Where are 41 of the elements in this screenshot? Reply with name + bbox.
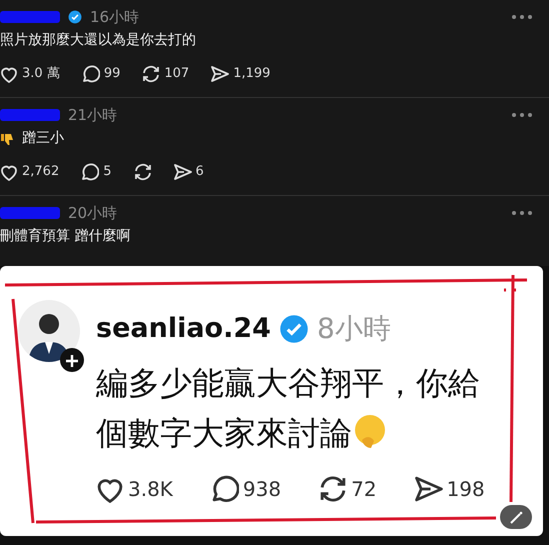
action-button[interactable]: 3.8K: [96, 474, 173, 504]
speech-bubble-icon: [82, 65, 100, 83]
action-button[interactable]: 5: [81, 162, 112, 182]
heart-icon: [0, 65, 18, 83]
action-button[interactable]: 2,762: [0, 162, 60, 182]
repost-icon: [319, 475, 348, 503]
more-icon[interactable]: [511, 210, 533, 216]
timestamp: 8小時: [316, 311, 391, 347]
action-button[interactable]: [134, 163, 152, 181]
comment-text: 蹭三小: [22, 129, 64, 148]
speech-bubble-icon: [81, 163, 100, 181]
action-button[interactable]: 6: [174, 162, 204, 182]
repost-icon: [134, 163, 152, 181]
action-button[interactable]: 198: [414, 474, 485, 504]
username[interactable]: seanliao.24: [96, 308, 271, 350]
action-button[interactable]: 72: [319, 474, 377, 504]
send-icon: [211, 65, 230, 83]
action-button[interactable]: 107: [142, 64, 190, 84]
avatar: [18, 300, 80, 362]
comment-text: 照片放那麼大還以為是你去打的: [0, 31, 196, 50]
redaction-mark: [0, 207, 60, 219]
redaction-mark: [0, 109, 60, 121]
post-text: 編多少能贏大谷翔平，你給個數字大家來討論: [96, 363, 481, 454]
action-button[interactable]: 3.0 萬: [0, 64, 60, 84]
timestamp: 21小時: [68, 104, 118, 126]
more-icon[interactable]: [511, 14, 533, 20]
more-icon[interactable]: [511, 112, 533, 118]
magic-wand-button[interactable]: [500, 505, 532, 529]
comment-text: 刪體育預算 蹭什麼啊: [0, 227, 130, 246]
action-button[interactable]: 99: [82, 64, 120, 84]
timestamp: 16小時: [90, 6, 140, 28]
send-icon: [414, 475, 443, 503]
action-button[interactable]: 938: [210, 474, 282, 504]
send-icon: [174, 163, 192, 181]
timestamp: 20小時: [68, 202, 118, 224]
repost-icon: [142, 65, 160, 83]
heart-icon: [0, 163, 18, 181]
speech-bubble-icon: [210, 475, 239, 503]
redaction-mark: [0, 11, 60, 23]
follow-button[interactable]: [60, 348, 84, 372]
action-button[interactable]: 1,199: [211, 64, 270, 84]
